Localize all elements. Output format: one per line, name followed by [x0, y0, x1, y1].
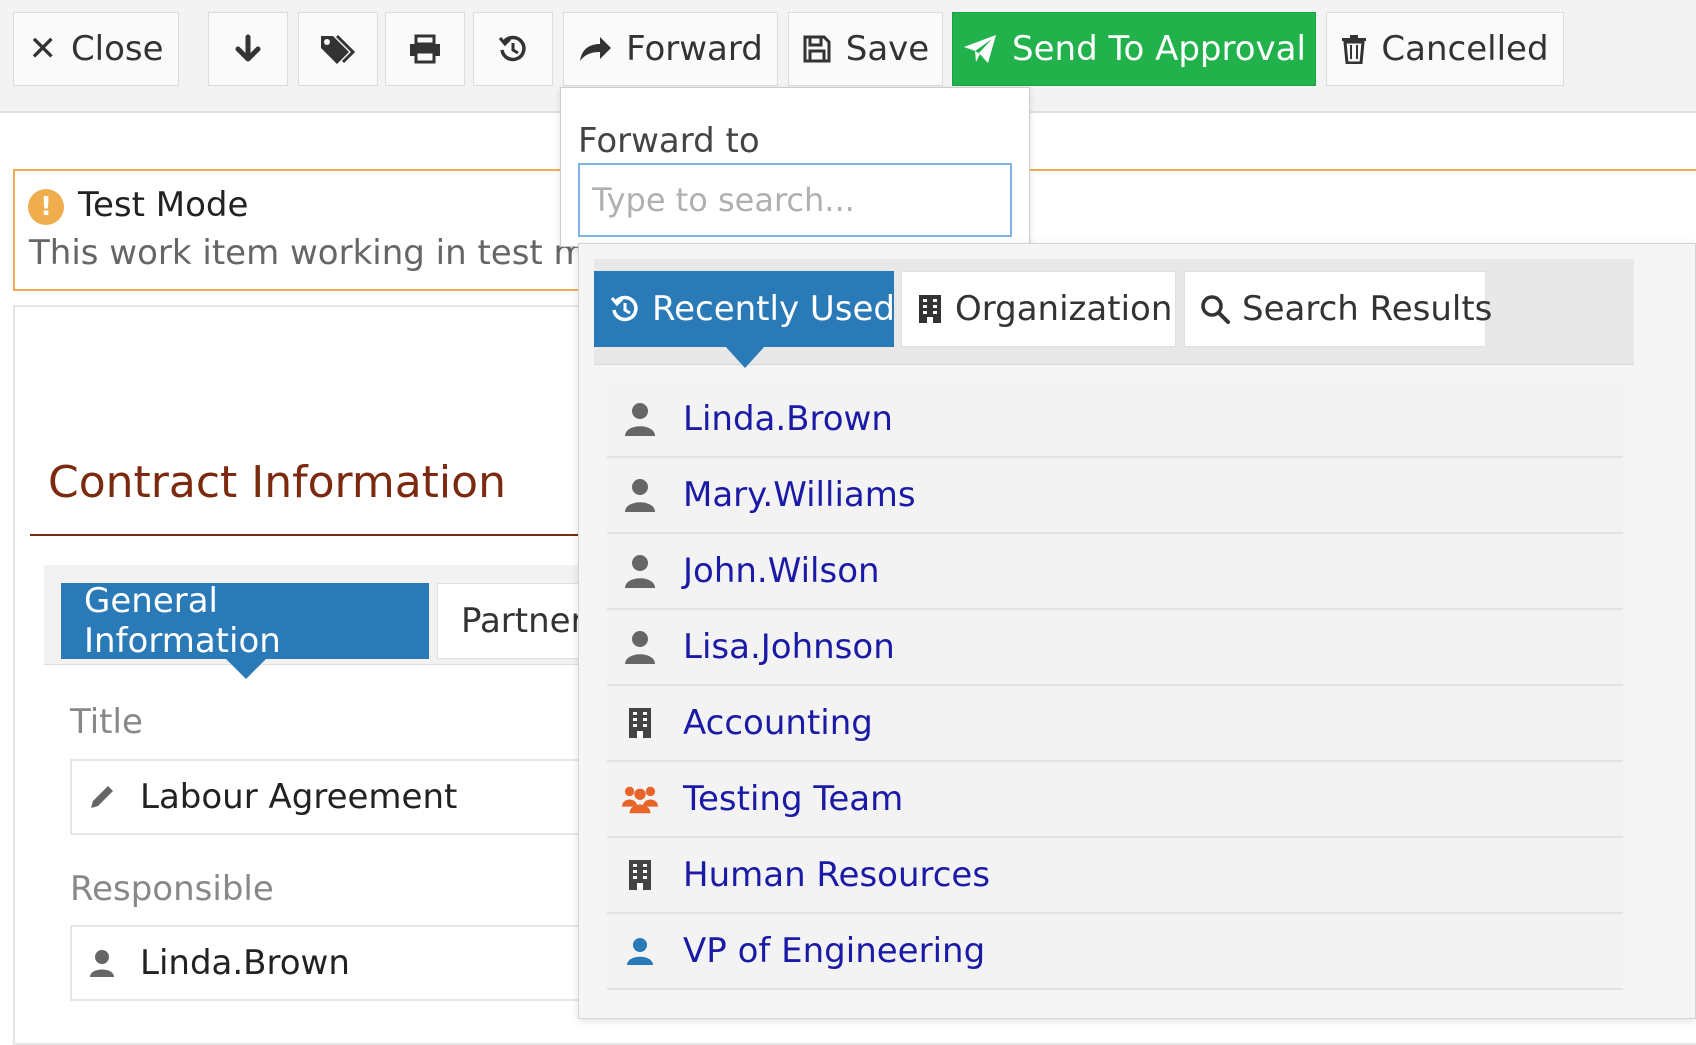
save-button[interactable]: Save [788, 12, 943, 86]
list-item[interactable]: VP of Engineering [607, 914, 1623, 990]
list-item[interactable]: Testing Team [607, 762, 1623, 838]
user-icon [622, 629, 658, 665]
history-button[interactable] [473, 12, 553, 86]
forward-popup: Forward to [560, 87, 1030, 247]
users-group-icon [622, 783, 658, 815]
trash-icon [1341, 34, 1367, 64]
user-blue-icon [622, 936, 658, 966]
history-icon [610, 294, 640, 324]
responsible-field-value: Linda.Brown [140, 943, 350, 983]
forward-label: Forward [626, 29, 763, 69]
user-icon [84, 948, 120, 978]
cancelled-label: Cancelled [1381, 29, 1549, 69]
building-icon [622, 707, 658, 739]
building-icon [622, 859, 658, 891]
list-item-label: Lisa.Johnson [683, 627, 895, 667]
list-item-label: Linda.Brown [683, 399, 893, 439]
tab-search-results[interactable]: Search Results [1184, 271, 1492, 347]
tab-recently-used[interactable]: Recently Used [594, 271, 895, 368]
print-icon [408, 34, 442, 64]
warning-icon: ! [28, 189, 64, 225]
cancelled-button[interactable]: Cancelled [1326, 12, 1564, 86]
forward-button[interactable]: Forward [563, 12, 778, 86]
arrow-down-icon [233, 34, 263, 64]
list-item[interactable]: Accounting [607, 686, 1623, 762]
user-icon [622, 553, 658, 589]
banner-title: Test Mode [78, 185, 249, 225]
list-item[interactable]: Human Resources [607, 838, 1623, 914]
section-title: Contract Information [48, 457, 506, 508]
list-item[interactable]: John.Wilson [607, 534, 1623, 610]
list-item-label: Accounting [683, 703, 873, 743]
print-button[interactable] [385, 12, 465, 86]
user-icon [622, 401, 658, 437]
tab-organization-label: Organization [955, 289, 1173, 329]
list-item-label: VP of Engineering [683, 931, 986, 971]
tab-general-information[interactable]: General Information [61, 581, 429, 679]
close-button[interactable]: ✕ Close [13, 12, 179, 86]
list-item-label: Mary.Williams [683, 475, 916, 515]
recipient-picker: Recently Used Organization Search Result… [578, 243, 1696, 1019]
send-to-approval-label: Send To Approval [1012, 29, 1306, 69]
list-item-label: John.Wilson [683, 551, 880, 591]
search-icon [1200, 294, 1230, 324]
share-icon [578, 35, 612, 63]
list-item-label: Testing Team [683, 779, 904, 819]
history-icon [498, 34, 528, 64]
pencil-icon [84, 782, 120, 812]
save-label: Save [845, 29, 930, 69]
tags-button[interactable] [298, 12, 378, 86]
banner-message: This work item working in test mode [29, 233, 650, 273]
floppy-disk-icon [802, 34, 832, 64]
close-icon: ✕ [28, 29, 57, 69]
list-item[interactable]: Lisa.Johnson [607, 610, 1623, 686]
recipient-list: Linda.Brown Mary.Williams John.Wilson Li… [607, 382, 1623, 990]
title-field-label: Title [70, 702, 143, 742]
title-field-value: Labour Agreement [140, 777, 458, 817]
tags-icon [319, 34, 357, 64]
responsible-field-label: Responsible [70, 869, 274, 909]
building-icon [917, 294, 943, 324]
paper-plane-icon [962, 33, 998, 65]
list-item[interactable]: Mary.Williams [607, 458, 1623, 534]
tab-recently-used-label: Recently Used [652, 289, 895, 329]
picker-tabs: Recently Used Organization Search Result… [594, 259, 1634, 368]
forward-to-label: Forward to [578, 121, 760, 161]
download-button[interactable] [208, 12, 288, 86]
forward-search-input[interactable] [578, 163, 1012, 237]
list-item-label: Human Resources [683, 855, 991, 895]
user-icon [622, 477, 658, 513]
tab-organization[interactable]: Organization [901, 271, 1176, 347]
send-to-approval-button[interactable]: Send To Approval [952, 12, 1316, 86]
tab-search-results-label: Search Results [1242, 289, 1493, 329]
close-label: Close [70, 29, 164, 69]
list-item[interactable]: Linda.Brown [607, 382, 1623, 458]
